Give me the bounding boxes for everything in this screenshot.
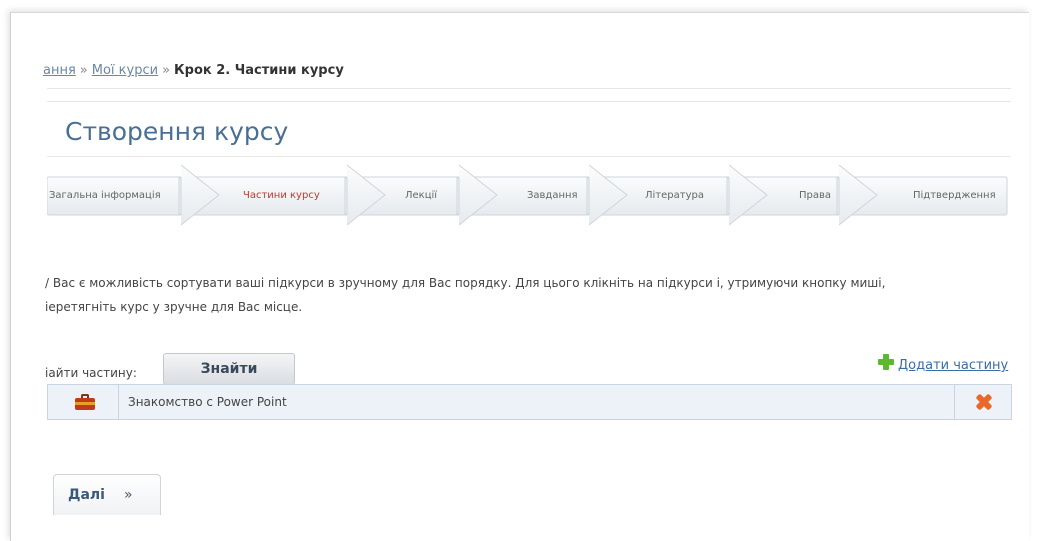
step-arrow: [838, 164, 878, 226]
row-delete-cell: [954, 385, 1011, 419]
add-part-label: Додати частину: [898, 358, 1009, 373]
breadcrumb-link-previous[interactable]: ання: [43, 63, 76, 78]
breadcrumb: ання» Мої курси» Крок 2. Частини курсу: [43, 63, 344, 78]
breadcrumb-current: Крок 2. Частини курсу: [174, 63, 344, 78]
find-button[interactable]: Знайти: [163, 353, 295, 385]
breadcrumb-separator: »: [162, 63, 171, 78]
step-arrow: [180, 164, 220, 226]
page-content: ання» Мої курси» Крок 2. Частини курсу Ств…: [11, 13, 1029, 541]
part-name[interactable]: Знакомство с Power Point: [128, 385, 287, 419]
step-course-parts[interactable]: Частини курсу: [243, 190, 320, 201]
step-rights[interactable]: Права: [799, 190, 831, 201]
breadcrumb-separator: »: [79, 63, 88, 78]
step-literature[interactable]: Література: [645, 190, 704, 201]
info-text-line: / Вас є можливість сортувати ваші підкур…: [45, 276, 886, 290]
step-arrow-seam: [836, 177, 840, 215]
step-arrow: [346, 164, 386, 226]
plus-icon: [878, 354, 894, 370]
breadcrumb-link-my-courses[interactable]: Мої курси: [92, 63, 158, 78]
step-arrow: [728, 164, 768, 226]
find-part-label: іайти частину:: [45, 366, 137, 380]
step-arrow-seam: [586, 177, 590, 215]
step-lectures[interactable]: Лекції: [405, 190, 437, 201]
divider: [47, 156, 1011, 157]
info-text-line: іеретягніть курс у зручне для Вас місце.: [45, 300, 303, 314]
step-arrow: [458, 164, 498, 226]
add-part-link[interactable]: Додати частину: [878, 354, 1009, 373]
page-title: Створення курсу: [65, 117, 289, 146]
step-general-info[interactable]: Загальна інформація: [49, 190, 161, 201]
briefcase-icon: [75, 394, 95, 410]
step-arrow-seam: [344, 177, 348, 215]
step-tasks[interactable]: Завдання: [527, 190, 578, 201]
page-frame: ання» Мої курси» Крок 2. Частини курсу Ств…: [10, 12, 1029, 541]
divider: [47, 101, 1011, 102]
row-icon-cell: [48, 385, 119, 419]
delete-icon[interactable]: [975, 393, 993, 411]
next-button[interactable]: Далі »: [53, 474, 161, 515]
step-arrow-seam: [456, 177, 460, 215]
step-arrow-seam: [726, 177, 730, 215]
step-confirmation[interactable]: Підтвердження: [913, 190, 996, 201]
step-arrow-seam: [178, 177, 182, 215]
next-button-label: Далі: [68, 487, 105, 503]
double-chevron-right-icon: »: [124, 487, 133, 503]
step-arrow: [588, 164, 628, 226]
table-row[interactable]: Знакомство с Power Point: [47, 384, 1012, 420]
divider: [47, 88, 1011, 89]
wizard-steps: Загальна інформація Частини курсу Лекції…: [47, 164, 1009, 226]
info-text: / Вас є можливість сортувати ваші підкур…: [45, 271, 1005, 319]
